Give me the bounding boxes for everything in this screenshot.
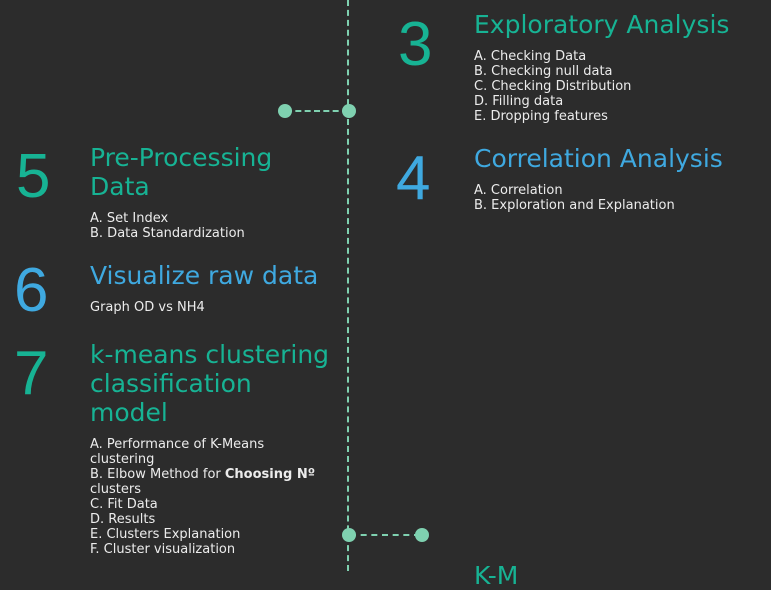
- timeline-dot-bottom-center: [342, 528, 356, 542]
- section-6-title: Visualize raw data: [90, 261, 319, 290]
- list-item: F. Cluster visualization: [90, 542, 236, 557]
- section-6-number: 6: [14, 256, 49, 325]
- list-item: D. Filling data: [474, 94, 564, 109]
- list-item: B. Data Standardization: [90, 226, 245, 241]
- section-7-items: A. Performance of K-Means clustering B. …: [90, 437, 315, 557]
- timeline-dot-top-center: [342, 104, 356, 118]
- section-5-number: 5: [16, 142, 51, 211]
- list-item: E. Dropping features: [474, 109, 608, 124]
- section-3-items: A. Checking Data B. Checking null data C…: [474, 49, 631, 124]
- section-7-title-line-3: model: [90, 398, 168, 427]
- list-item: B. Exploration and Explanation: [474, 198, 675, 213]
- section-5-title-line-2: Data: [90, 172, 150, 201]
- section-5-items: A. Set Index B. Data Standardization: [90, 211, 245, 241]
- list-item: C. Checking Distribution: [474, 79, 632, 94]
- list-item: B. Elbow Method for Choosing Nº: [90, 467, 315, 482]
- list-item: E. Clusters Explanation: [90, 527, 241, 542]
- section-3-number: 3: [398, 10, 433, 79]
- section-7-number: 7: [14, 339, 49, 408]
- list-item: A. Set Index: [90, 211, 169, 226]
- section-7-title-line-1: k-means clustering: [90, 340, 330, 369]
- section-6-items: Graph OD vs NH4: [90, 300, 205, 315]
- list-item: A. Correlation: [474, 183, 563, 198]
- section-3-title: Exploratory Analysis: [474, 10, 730, 39]
- timeline-line: [347, 0, 349, 571]
- list-item-text: B. Elbow Method for: [90, 467, 225, 482]
- list-item: clustering: [90, 452, 155, 467]
- section-4-number: 4: [396, 144, 431, 213]
- timeline-dot-bottom-right: [415, 528, 429, 542]
- list-item: D. Results: [90, 512, 156, 527]
- slide-canvas: 3 Exploratory Analysis A. Checking Data …: [0, 0, 771, 590]
- list-item: C. Fit Data: [90, 497, 158, 512]
- section-7-title-line-2: classification: [90, 369, 252, 398]
- section-4-title: Correlation Analysis: [474, 144, 723, 173]
- section-5-title-line-1: Pre-Processing: [90, 143, 273, 172]
- list-item: B. Checking null data: [474, 64, 613, 79]
- timeline-connector-top: [286, 110, 348, 112]
- timeline-dot-top-left: [278, 104, 292, 118]
- list-item: A. Checking Data: [474, 49, 587, 64]
- list-item: A. Performance of K-Means: [90, 437, 265, 452]
- timeline-connector-bottom: [350, 534, 420, 536]
- list-item: clusters: [90, 482, 141, 497]
- section-8-title-partial: K-M: [474, 561, 519, 590]
- list-item: Graph OD vs NH4: [90, 300, 205, 315]
- list-item-bold-text: Choosing Nº: [224, 467, 316, 482]
- section-4-items: A. Correlation B. Exploration and Explan…: [474, 183, 675, 213]
